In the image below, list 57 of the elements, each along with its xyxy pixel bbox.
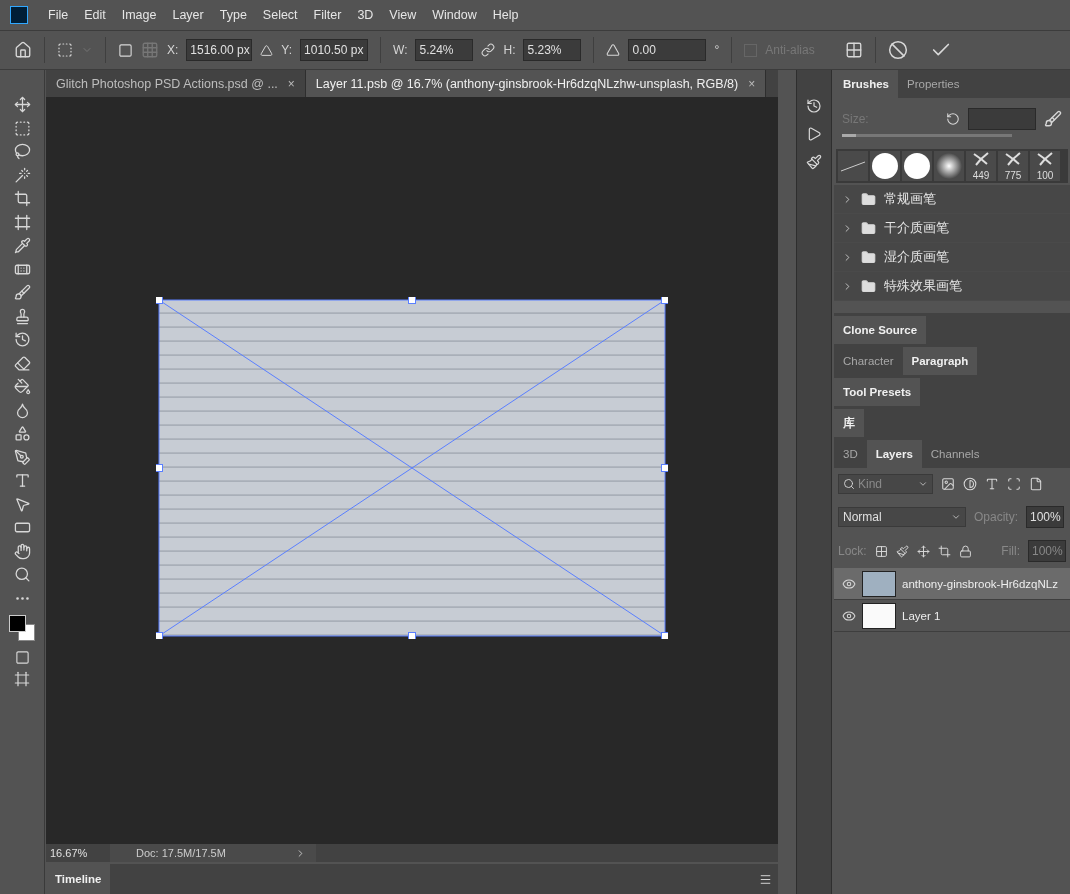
degree-sign: °: [714, 43, 720, 57]
w-label: W:: [393, 43, 408, 57]
y-input[interactable]: 1010.50 px: [300, 39, 369, 61]
document-info[interactable]: Doc: 17.5M/17.5M: [110, 844, 316, 862]
panel-tab[interactable]: Clone Source: [834, 316, 927, 344]
height-input[interactable]: 5.23%: [523, 39, 582, 61]
menu-item[interactable]: Type: [211, 8, 255, 22]
width-input[interactable]: 5.24%: [415, 39, 474, 61]
brush-count: 449: [972, 170, 990, 181]
folder-name: 特殊效果画笔: [884, 277, 962, 295]
brush-count: 775: [1004, 170, 1022, 181]
close-icon[interactable]: ×: [287, 76, 295, 91]
x-input[interactable]: 1516.00 px: [186, 39, 253, 61]
brush-folder[interactable]: 干介质画笔: [834, 214, 1070, 243]
document-tab[interactable]: Layer 11.psb @ 16.7% (anthony-ginsbrook-Hr6dzqNLzhw-unsplash, RGB/8) ×: [305, 70, 767, 97]
panel-tab[interactable]: Timeline: [46, 864, 111, 894]
brush-folder[interactable]: 特殊效果画笔: [834, 272, 1070, 301]
layer-name: Layer 1: [902, 609, 941, 622]
document-tab-title: Glitch Photoshop PSD Actions.psd @ ...: [56, 76, 278, 91]
y-label: Y:: [281, 43, 293, 57]
brush-preset[interactable]: 100: [1030, 151, 1060, 181]
menu-item[interactable]: File: [40, 8, 77, 22]
document-tab-title: Layer 11.psb @ 16.7% (anthony-ginsbrook-Hr6dzqNLzhw-unsplash, RGB/8): [315, 76, 739, 91]
menu-item[interactable]: Filter: [305, 8, 350, 22]
folder-name: 干介质画笔: [884, 219, 949, 237]
angle-input[interactable]: 0.00: [628, 39, 707, 61]
panel-tab[interactable]: Brushes: [834, 70, 899, 98]
folder-name: 湿介质画笔: [884, 248, 949, 266]
panel-tab[interactable]: Layers: [866, 440, 922, 468]
menu-item[interactable]: Layer: [164, 8, 212, 22]
layer-name: anthony-ginsbrook-Hr6dzqNLz: [902, 577, 1058, 590]
brush-preset[interactable]: 775: [998, 151, 1028, 181]
menu-item[interactable]: Window: [424, 8, 485, 22]
blend-mode-select[interactable]: Normal: [838, 507, 966, 527]
menu-item[interactable]: 3D: [349, 8, 382, 22]
brush-folder[interactable]: 湿介质画笔: [834, 243, 1070, 272]
brush-folder[interactable]: 常规画笔: [834, 185, 1070, 214]
panel-tab[interactable]: Tool Presets: [834, 378, 921, 406]
menu-item[interactable]: View: [381, 8, 425, 22]
x-label: X:: [167, 43, 179, 57]
menu-item[interactable]: Image: [113, 8, 165, 22]
panel-tab[interactable]: Paragraph: [902, 347, 978, 375]
opacity-input[interactable]: 100%: [1026, 506, 1064, 528]
zoom-level: 16.67%: [49, 847, 89, 859]
filter-placeholder: Kind: [858, 477, 883, 491]
menu-item[interactable]: Edit: [76, 8, 114, 22]
panel-tab[interactable]: 库: [834, 409, 864, 437]
menu-item[interactable]: Select: [254, 8, 306, 22]
layer-row[interactable]: Layer 1: [834, 600, 1070, 632]
brush-preset[interactable]: 449: [966, 151, 996, 181]
document-size: Doc: 17.5M/17.5M: [136, 847, 226, 859]
h-label: H:: [503, 43, 516, 57]
menu-item[interactable]: Help: [484, 8, 527, 22]
brush-count: 100: [1036, 170, 1054, 181]
folder-name: 常规画笔: [884, 190, 936, 208]
layer-row[interactable]: anthony-ginsbrook-Hr6dzqNLz: [834, 568, 1070, 600]
close-icon[interactable]: ×: [748, 76, 756, 91]
